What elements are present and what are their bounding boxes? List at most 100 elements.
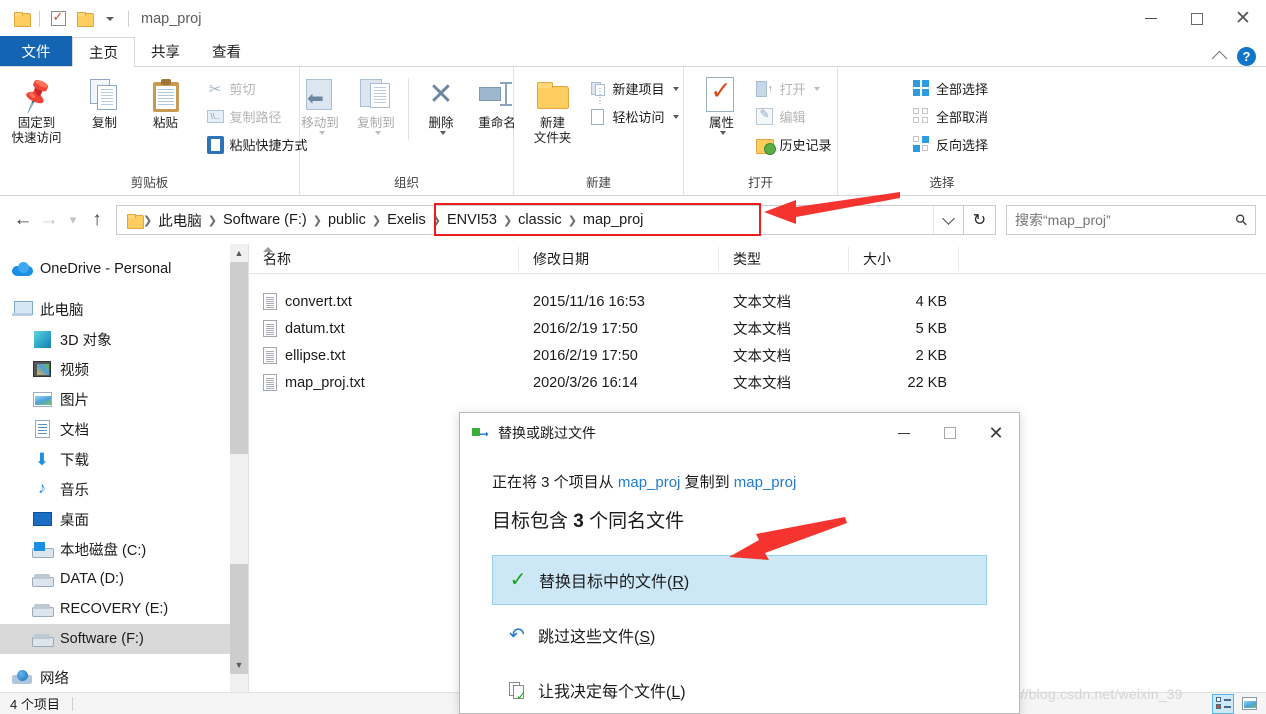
table-row[interactable]: datum.txt 2016/2/19 17:50 文本文档 5 KB (249, 315, 1266, 342)
details-view-button[interactable] (1212, 693, 1234, 714)
history-button[interactable]: 历史记录 (751, 132, 835, 157)
easy-access-icon (588, 107, 607, 126)
table-row[interactable]: ellipse.txt 2016/2/19 17:50 文本文档 2 KB (249, 342, 1266, 369)
minimize-button[interactable] (1128, 0, 1174, 37)
file-date-cell: 2016/2/19 17:50 (533, 320, 638, 337)
invert-selection-button[interactable]: 反向选择 (908, 132, 992, 157)
copy-to-button[interactable]: 复制到 (348, 74, 404, 135)
dialog-close-button[interactable]: ✕ (973, 413, 1019, 453)
back-arrow-icon[interactable]: ← (10, 205, 36, 235)
sidebar-item-this-pc[interactable]: 此电脑 (0, 294, 248, 324)
sidebar-item-onedrive[interactable]: OneDrive - Personal (0, 254, 248, 284)
new-item-button[interactable]: 新建项目 (584, 76, 682, 101)
file-list-header: 名称 修改日期 类型 大小 (249, 244, 1266, 274)
ribbon-group-open: ✓ 属性 ↑ 打开 编辑 (684, 67, 838, 195)
scrollbar-thumb[interactable] (230, 262, 248, 454)
option-skip-files[interactable]: ↶ 跳过这些文件(S) (492, 610, 987, 660)
close-button[interactable]: ✕ (1220, 0, 1266, 37)
help-icon[interactable]: ? (1237, 47, 1256, 66)
column-header-size[interactable]: 大小 (849, 246, 959, 271)
tab-share[interactable]: 共享 (135, 36, 196, 66)
sidebar-item-music[interactable]: ♪ 音乐 (0, 474, 248, 504)
breadcrumb-item-map-proj[interactable]: map_proj (578, 206, 648, 234)
sidebar-item-data-d[interactable]: DATA (D:) (0, 564, 248, 594)
navigation-pane: OneDrive - Personal 此电脑 3D 对象 视频 图片 文档 ⬇… (0, 244, 248, 692)
move-to-button[interactable]: ⬅ 移动到 (292, 74, 348, 135)
qat-folder-icon[interactable] (8, 6, 34, 32)
breadcrumb-folder-icon[interactable] (127, 213, 144, 229)
chevron-down-icon[interactable] (672, 114, 679, 119)
chevron-down-icon[interactable] (719, 130, 726, 135)
option-replace-files[interactable]: ✓ 替换目标中的文件(R) (492, 555, 987, 605)
option-decide-each-file[interactable]: ✓ 让我决定每个文件(L) (492, 665, 987, 713)
large-icons-view-button[interactable] (1238, 694, 1260, 714)
address-dropdown-button[interactable] (933, 206, 963, 234)
breadcrumb-bar[interactable]: ❯ 此电脑 ❯ Software (F:) ❯ public ❯ Exelis … (116, 205, 964, 235)
column-header-date[interactable]: 修改日期 (519, 246, 719, 271)
qat-new-folder-icon[interactable] (71, 6, 97, 32)
chevron-up-icon[interactable] (1211, 50, 1228, 67)
chevron-down-icon[interactable] (374, 130, 381, 135)
chevron-down-icon[interactable] (439, 130, 446, 135)
delete-button[interactable]: ✕ 删除 (413, 74, 469, 135)
sidebar-item-local-disk-c[interactable]: 本地磁盘 (C:) (0, 534, 248, 564)
sidebar-item-documents[interactable]: 文档 (0, 414, 248, 444)
edit-button[interactable]: 编辑 (751, 104, 835, 129)
sidebar-item-3d-objects[interactable]: 3D 对象 (0, 324, 248, 354)
file-size-cell: 2 KB (915, 347, 947, 364)
breadcrumb-item-exelis[interactable]: Exelis (382, 206, 431, 234)
file-name-cell: map_proj.txt (249, 369, 519, 396)
select-none-button[interactable]: 全部取消 (908, 104, 992, 129)
sidebar-item-software-f[interactable]: Software (F:) (0, 624, 248, 654)
breadcrumb-item-public[interactable]: public (323, 206, 371, 234)
easy-access-button[interactable]: 轻松访问 (584, 104, 682, 129)
chevron-down-icon[interactable] (318, 130, 325, 135)
maximize-button[interactable] (1174, 0, 1220, 37)
paste-button[interactable]: 粘贴 (136, 74, 196, 131)
table-row[interactable]: map_proj.txt 2020/3/26 16:14 文本文档 22 KB (249, 369, 1266, 396)
sidebar-item-desktop[interactable]: 桌面 (0, 504, 248, 534)
open-button[interactable]: ↑ 打开 (751, 76, 835, 101)
sidebar-item-recovery-e[interactable]: RECOVERY (E:) (0, 594, 248, 624)
new-folder-button[interactable]: 新建 文件夹 (522, 74, 582, 146)
chevron-down-icon[interactable] (813, 86, 820, 91)
up-arrow-icon[interactable]: ↑ (84, 205, 110, 235)
properties-button[interactable]: ✓ 属性 (693, 74, 749, 135)
scroll-up-icon[interactable]: ▲ (230, 244, 248, 262)
sidebar-item-downloads[interactable]: ⬇ 下载 (0, 444, 248, 474)
select-all-button[interactable]: 全部选择 (908, 76, 992, 101)
rename-icon (479, 74, 515, 116)
dialog-maximize-button[interactable] (927, 413, 973, 453)
qat-properties-icon[interactable] (45, 6, 71, 32)
dialog-source-link[interactable]: map_proj (618, 474, 681, 491)
tab-home[interactable]: 主页 (72, 37, 135, 67)
copy-button[interactable]: 复制 (74, 74, 136, 131)
pin-to-quick-access-button[interactable]: 📌 固定到 快速访问 (0, 74, 74, 146)
recent-locations-icon[interactable]: ▾ (62, 205, 84, 235)
invert-selection-label: 反向选择 (935, 138, 988, 153)
breadcrumb-separator: ❯ (502, 214, 513, 227)
tab-file[interactable]: 文件 (0, 36, 72, 66)
refresh-button[interactable]: ↻ (964, 205, 996, 235)
breadcrumb-item-software-f[interactable]: Software (F:) (218, 206, 312, 234)
qat-customize-caret-icon[interactable] (97, 6, 123, 32)
dialog-target-link[interactable]: map_proj (734, 474, 797, 491)
table-row[interactable]: convert.txt 2015/11/16 16:53 文本文档 4 KB (249, 288, 1266, 315)
sidebar-item-network[interactable]: 网络 (0, 662, 248, 692)
dialog-minimize-button[interactable] (881, 413, 927, 453)
column-header-name[interactable]: 名称 (249, 246, 519, 271)
breadcrumb-item-envi53[interactable]: ENVI53 (442, 206, 502, 234)
forward-arrow-icon[interactable]: → (36, 205, 62, 235)
navigation-pane-scrollbar[interactable]: ▲ ▼ (230, 244, 248, 692)
breadcrumb-item-this-pc[interactable]: 此电脑 (153, 206, 207, 234)
breadcrumb-item-classic[interactable]: classic (513, 206, 567, 234)
sidebar-item-videos[interactable]: 视频 (0, 354, 248, 384)
tab-view[interactable]: 查看 (196, 36, 257, 66)
chevron-down-icon[interactable] (672, 86, 679, 91)
sidebar-item-pictures[interactable]: 图片 (0, 384, 248, 414)
column-header-type[interactable]: 类型 (719, 246, 849, 271)
file-size-cell: 4 KB (915, 293, 947, 310)
scroll-down-icon[interactable]: ▼ (230, 656, 248, 674)
search-input[interactable] (1015, 212, 1236, 228)
search-box[interactable]: ⚲ (1006, 205, 1256, 235)
